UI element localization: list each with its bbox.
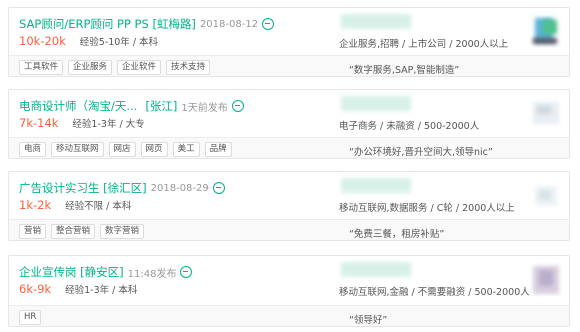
job-title-link[interactable]: 企业宣传岗 [静安区] [19, 264, 124, 280]
company-info: 企业服务,招聘 / 上市公司 / 2000人以上 [339, 39, 509, 50]
company-name-blurred[interactable] [341, 178, 411, 193]
job-requirement: 经验不限 / 本科 [65, 201, 132, 212]
salary-row: 1k-2k 经验不限 / 本科 [19, 198, 131, 212]
tag[interactable]: 工具软件 [19, 60, 64, 75]
salary: 7k-14k [19, 116, 59, 130]
tag[interactable]: 电商 [19, 142, 47, 157]
job-location[interactable]: [张江] [145, 98, 177, 114]
salary-row: 6k-9k 经验1-3年 / 本科 [19, 282, 137, 296]
tag-list: 工具软件 企业服务 企业软件 技术支持 [19, 60, 211, 75]
tag-bar: HR “领导好” [9, 305, 569, 326]
job-card[interactable]: SAP顾问/ERP顾问 PP PS [虹梅路] 2018-08-12 10k-2… [8, 7, 570, 77]
tag[interactable]: 企业软件 [117, 60, 162, 75]
company-logo[interactable] [529, 262, 563, 296]
job-card[interactable]: 电商设计师（淘宝/天... [张江] 1天前发布 7k-14k 经验1-3年 /… [8, 89, 570, 159]
publish-time: 11:48发布 [127, 268, 177, 280]
tag[interactable]: 网店 [108, 142, 136, 157]
salary: 1k-2k [19, 198, 52, 212]
company-logo[interactable] [529, 96, 563, 130]
tag[interactable]: 移动互联网 [51, 142, 104, 157]
job-card[interactable]: 广告设计实习生 [徐汇区] 2018-08-29 1k-2k 经验不限 / 本科… [8, 171, 570, 241]
tag-list: 电商 移动互联网 网店 网页 美工 品牌 [19, 142, 232, 157]
publish-time: 2018-08-12 [199, 18, 259, 30]
job-advantage: “办公环境好,晋升空间大,领导nic” [349, 147, 493, 158]
job-title-link[interactable]: 电商设计师（淘宝/天... [19, 98, 137, 114]
tag-list: 营销 整合营销 数字营销 [19, 224, 145, 239]
job-title-row: 电商设计师（淘宝/天... [张江] 1天前发布 [19, 98, 244, 114]
tag[interactable]: HR [19, 310, 42, 325]
chat-icon[interactable] [231, 100, 244, 112]
tag[interactable]: 营销 [19, 224, 47, 239]
job-title-link[interactable]: 广告设计实习生 [徐汇区] [19, 180, 147, 196]
job-advantage: “领导好” [349, 315, 388, 326]
job-title-link[interactable]: SAP顾问/ERP顾问 PP PS [虹梅路] [19, 16, 196, 32]
tag[interactable]: 品牌 [204, 142, 232, 157]
chat-icon[interactable] [262, 18, 275, 30]
salary: 6k-9k [19, 282, 52, 296]
company-name-blurred[interactable] [341, 14, 411, 29]
company-logo[interactable] [529, 178, 563, 212]
job-card[interactable]: 企业宣传岗 [静安区] 11:48发布 6k-9k 经验1-3年 / 本科 移动… [8, 255, 570, 327]
chat-icon[interactable] [212, 182, 225, 194]
company-logo[interactable] [529, 14, 563, 48]
company-name-blurred[interactable] [341, 96, 411, 111]
job-advantage: “免费三餐，租房补贴” [349, 229, 445, 240]
company-info: 电子商务 / 未融资 / 500-2000人 [339, 121, 480, 132]
salary-row: 7k-14k 经验1-3年 / 大专 [19, 116, 145, 130]
salary-row: 10k-20k 经验5-10年 / 本科 [19, 34, 158, 48]
tag[interactable]: 数字营销 [100, 224, 145, 239]
job-requirement: 经验1-3年 / 本科 [65, 285, 138, 296]
job-title-row: 广告设计实习生 [徐汇区] 2018-08-29 [19, 180, 225, 196]
job-requirement: 经验1-3年 / 大专 [72, 119, 145, 130]
tag[interactable]: 技术支持 [166, 60, 211, 75]
company-info: 移动互联网,金融 / 不需要融资 / 500-2000人 [339, 287, 530, 298]
tag-list: HR [19, 310, 42, 325]
tag[interactable]: 整合营销 [51, 224, 96, 239]
publish-time: 1天前发布 [181, 102, 228, 114]
job-requirement: 经验5-10年 / 本科 [79, 37, 159, 48]
company-name-blurred[interactable] [341, 262, 411, 277]
company-info: 移动互联网,数据服务 / C轮 / 2000人以上 [339, 203, 515, 214]
tag-bar: 营销 整合营销 数字营销 “免费三餐，租房补贴” [9, 219, 569, 240]
tag-bar: 工具软件 企业服务 企业软件 技术支持 “数字服务,SAP,智能制造” [9, 55, 569, 76]
job-title-row: SAP顾问/ERP顾问 PP PS [虹梅路] 2018-08-12 [19, 16, 275, 32]
tag[interactable]: 美工 [172, 142, 200, 157]
publish-time: 2018-08-29 [150, 182, 209, 194]
chat-icon[interactable] [180, 266, 193, 278]
tag[interactable]: 企业服务 [68, 60, 113, 75]
job-advantage: “数字服务,SAP,智能制造” [349, 65, 460, 76]
tag-bar: 电商 移动互联网 网店 网页 美工 品牌 “办公环境好,晋升空间大,领导nic” [9, 137, 569, 158]
salary: 10k-20k [19, 34, 66, 48]
job-title-row: 企业宣传岗 [静安区] 11:48发布 [19, 264, 193, 280]
tag[interactable]: 网页 [140, 142, 168, 157]
